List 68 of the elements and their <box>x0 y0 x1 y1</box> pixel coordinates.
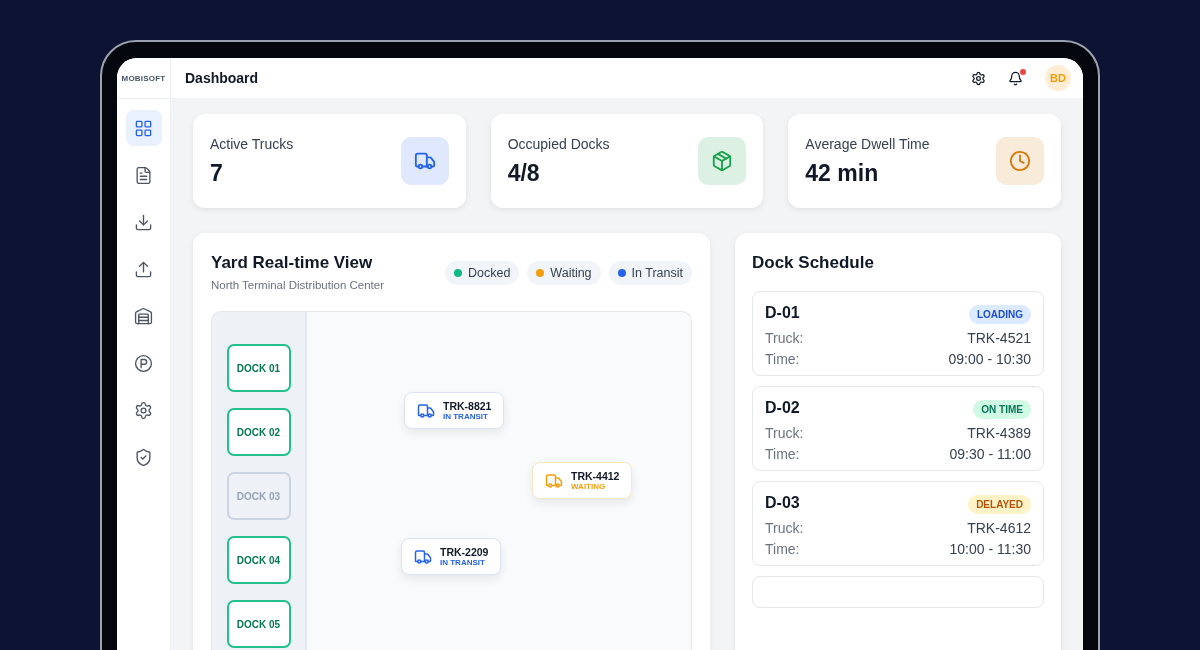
parking-icon <box>134 353 153 373</box>
stat-value: 42 min <box>805 159 880 187</box>
truck-marker[interactable]: TRK-2209 IN TRANSIT <box>401 538 502 575</box>
stat-label: Active Trucks <box>210 135 294 152</box>
stat-label: Average Dwell Time <box>805 135 930 152</box>
truck-icon <box>413 150 436 172</box>
dock-id: D-01 <box>765 304 800 322</box>
schedule-item[interactable]: D-02 ON TIME Truck: TRK-4389 Time: 09:30 - 11:00 <box>752 386 1044 471</box>
legend-label: In Transit <box>631 266 683 280</box>
truck-id: TRK-2209 <box>440 546 489 558</box>
settings-button[interactable] <box>971 70 986 86</box>
dock-slot[interactable]: DOCK 04 <box>226 536 291 584</box>
truck-status: IN TRANSIT <box>443 412 489 421</box>
bell-icon <box>1008 70 1023 86</box>
field-label: Truck: <box>765 330 804 346</box>
warehouse-icon <box>134 306 153 326</box>
field-label: Time: <box>765 351 800 367</box>
upload-icon <box>134 259 153 279</box>
stat-value: 7 <box>210 159 224 187</box>
status-badge: ON TIME <box>973 400 1031 419</box>
time-range: 09:30 - 11:00 <box>949 446 1031 462</box>
settings-icon <box>971 70 986 86</box>
card-title: Yard Real-time View <box>211 253 374 273</box>
schedule-item[interactable]: D-01 LOADING Truck: TRK-4521 Time: 09:00 - 10:30 <box>752 291 1044 376</box>
shield-icon <box>134 447 153 467</box>
truck-icon <box>414 547 432 566</box>
schedule-item[interactable]: D-03 DELAYED Truck: TRK-4612 Time: 10:00 - 11:30 <box>752 481 1044 566</box>
card-subtitle: North Terminal Distribution Center <box>211 279 384 291</box>
dock-slot[interactable]: DOCK 01 <box>226 344 291 392</box>
legend-label: Docked <box>467 266 511 280</box>
truck-id: TRK-4412 <box>571 470 620 482</box>
truck-id: TRK-8821 <box>443 400 492 412</box>
dock-slot[interactable]: DOCK 02 <box>226 408 291 456</box>
notifications-button[interactable] <box>1008 70 1023 86</box>
truck-icon <box>545 471 563 490</box>
page-title: Dashboard <box>185 70 260 86</box>
status-badge: LOADING <box>968 305 1031 324</box>
grid-nav-button[interactable] <box>125 110 162 146</box>
brand-logo: MOBISOFT <box>121 73 166 83</box>
stat-value: 4/8 <box>507 159 541 187</box>
dock-id: D-02 <box>765 399 800 417</box>
card-title: Dock Schedule <box>752 253 875 273</box>
settings-icon <box>134 400 153 420</box>
legend-label: Waiting <box>550 266 592 280</box>
field-label: Truck: <box>765 520 804 536</box>
truck-id: TRK-4521 <box>967 330 1031 346</box>
clock-icon <box>1009 150 1031 172</box>
download-icon <box>134 212 153 232</box>
truck-id: TRK-4389 <box>967 425 1031 441</box>
truck-marker[interactable]: TRK-4412 WAITING <box>532 462 633 499</box>
truck-id: TRK-4612 <box>967 520 1031 536</box>
stat-label: Occupied Docks <box>507 135 610 152</box>
grid-icon <box>134 118 153 138</box>
truck-status: WAITING <box>571 482 607 491</box>
dock-id: D-03 <box>765 494 800 512</box>
truck-status: IN TRANSIT <box>440 558 486 567</box>
box-icon <box>711 150 734 172</box>
field-label: Truck: <box>765 425 804 441</box>
status-badge: DELAYED <box>968 495 1031 514</box>
time-range: 09:00 - 10:30 <box>948 351 1031 367</box>
document-icon <box>134 165 153 185</box>
field-label: Time: <box>765 541 800 557</box>
dock-slot[interactable]: DOCK 05 <box>226 600 291 648</box>
truck-marker[interactable]: TRK-8821 IN TRANSIT <box>404 392 505 429</box>
time-range: 10:00 - 11:30 <box>949 541 1031 557</box>
unread-dot <box>1020 68 1026 75</box>
truck-icon <box>417 401 435 420</box>
field-label: Time: <box>765 446 800 462</box>
